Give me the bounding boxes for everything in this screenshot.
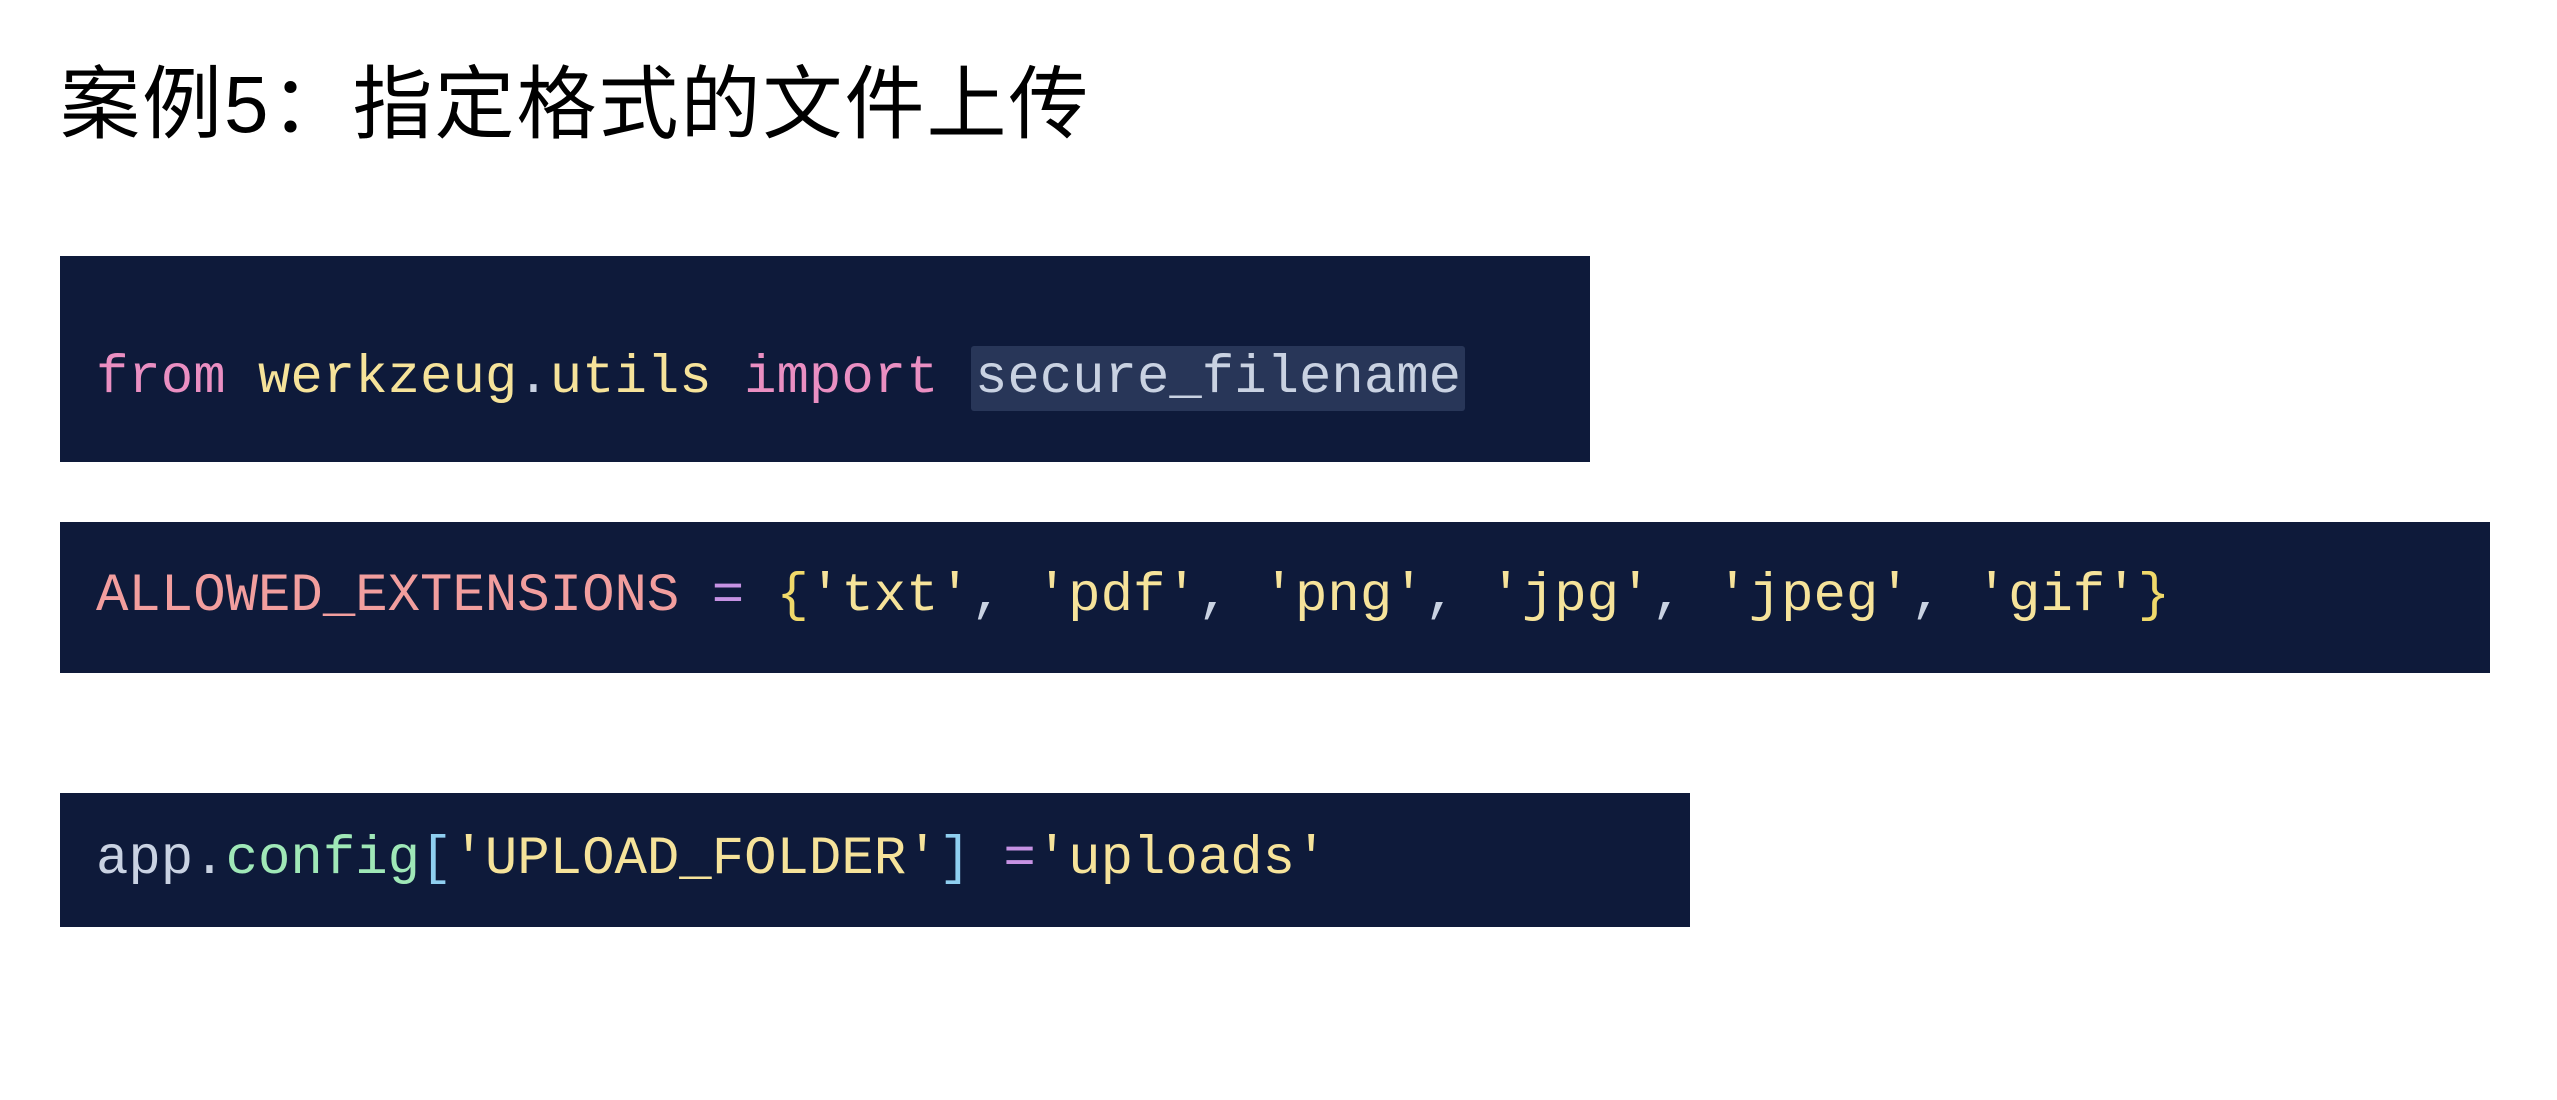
module-werkzeug: werkzeug bbox=[258, 348, 517, 409]
code-block-import: from werkzeug.utils import secure_filena… bbox=[60, 256, 1590, 462]
constant-allowed-extensions: ALLOWED_EXTENSIONS bbox=[96, 566, 679, 627]
comma: , bbox=[1198, 566, 1263, 627]
identifier-secure-filename: secure_filename bbox=[971, 346, 1465, 411]
dot: . bbox=[517, 348, 549, 409]
keyword-import: import bbox=[712, 348, 971, 409]
operator-equals: = bbox=[712, 566, 744, 627]
string-txt: 'txt' bbox=[809, 566, 971, 627]
string-upload-folder-key: 'UPLOAD_FOLDER' bbox=[452, 829, 938, 890]
keyword-from: from bbox=[96, 348, 258, 409]
string-gif: 'gif' bbox=[1976, 566, 2138, 627]
space bbox=[744, 566, 776, 627]
string-uploads: 'uploads' bbox=[1036, 829, 1328, 890]
space bbox=[679, 566, 711, 627]
space bbox=[971, 829, 1003, 890]
brace-open: { bbox=[777, 566, 809, 627]
code-block-upload-folder: app.config['UPLOAD_FOLDER'] ='uploads' bbox=[60, 793, 1690, 927]
property-config: config bbox=[226, 829, 420, 890]
string-png: 'png' bbox=[1263, 566, 1425, 627]
slide-heading: 案例5：指定格式的文件上传 bbox=[60, 40, 2497, 156]
comma: , bbox=[1651, 566, 1716, 627]
comma: , bbox=[1911, 566, 1976, 627]
bracket-open: [ bbox=[420, 829, 452, 890]
string-pdf: 'pdf' bbox=[1036, 566, 1198, 627]
identifier-app: app bbox=[96, 829, 193, 890]
submodule-utils: utils bbox=[550, 348, 712, 409]
comma: , bbox=[971, 566, 1036, 627]
brace-close: } bbox=[2138, 566, 2170, 627]
code-block-allowed-extensions: ALLOWED_EXTENSIONS = {'txt', 'pdf', 'png… bbox=[60, 522, 2490, 672]
string-jpeg: 'jpeg' bbox=[1716, 566, 1910, 627]
string-jpg: 'jpg' bbox=[1489, 566, 1651, 627]
comma: , bbox=[1425, 566, 1490, 627]
dot: . bbox=[193, 829, 225, 890]
bracket-close: ] bbox=[939, 829, 971, 890]
operator-equals: = bbox=[1003, 829, 1035, 890]
